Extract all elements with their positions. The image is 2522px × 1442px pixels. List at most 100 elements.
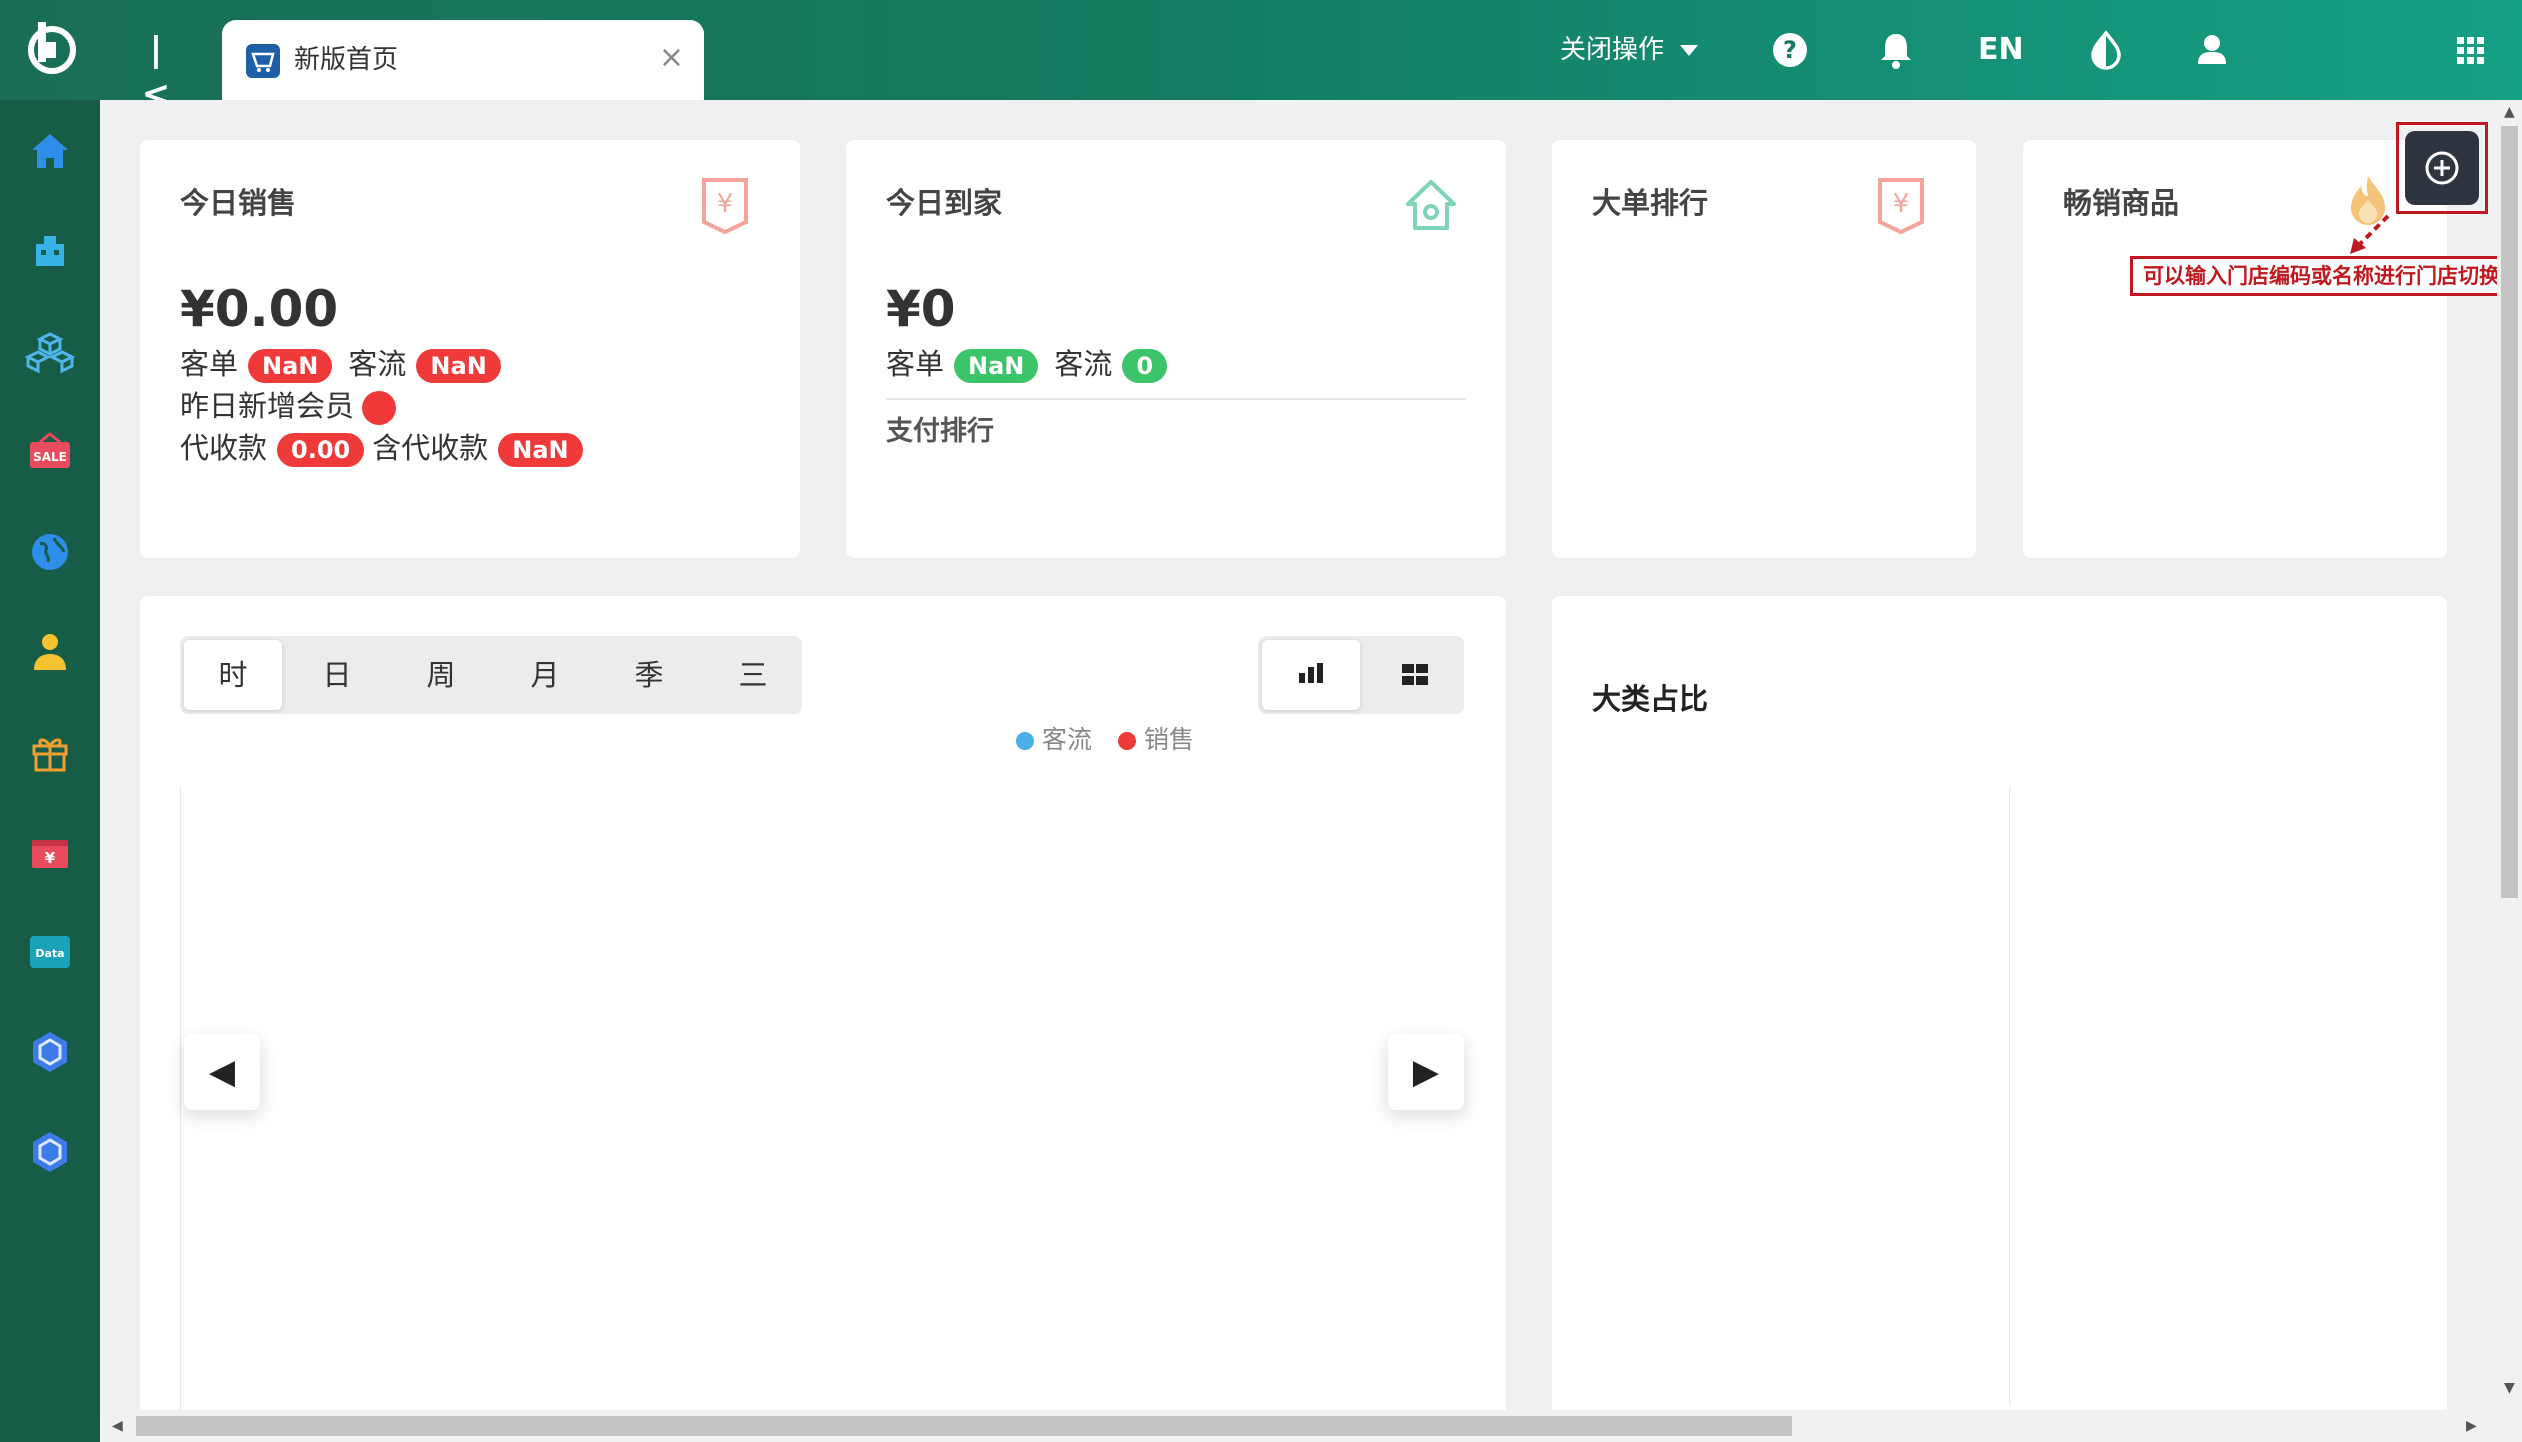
chart-legend: 客流 销售 — [1016, 720, 1194, 756]
card-title: 畅销商品 — [2063, 186, 2180, 220]
divider — [886, 398, 1466, 400]
bar-chart-icon — [1299, 663, 1323, 683]
table-view-button[interactable] — [1366, 640, 1464, 710]
split-line — [2009, 786, 2010, 1406]
annotation-arrow — [2350, 214, 2390, 254]
scroll-up-icon[interactable]: ▲ — [2504, 104, 2515, 120]
card-title: 大单排行 — [1592, 186, 1709, 220]
bell-icon[interactable] — [1872, 26, 1920, 74]
sidebar: SALE ¥ Data — [0, 100, 100, 1442]
close-icon[interactable]: × — [659, 38, 684, 78]
svg-text:Data: Data — [35, 947, 64, 960]
next-arrow-button[interactable]: ▶ — [1388, 1034, 1464, 1110]
new-member-badge — [362, 391, 397, 425]
new-member-row: 昨日新增会员 — [180, 386, 397, 426]
period-tab[interactable]: 时 — [184, 640, 282, 710]
home-icon[interactable] — [22, 124, 78, 180]
sales-stats-row: 客单 NaN 客流 NaN — [180, 344, 517, 384]
period-tab[interactable]: 日 — [288, 640, 386, 710]
globe-icon[interactable] — [22, 524, 78, 580]
add-button[interactable] — [2405, 131, 2479, 205]
member-icon[interactable] — [22, 624, 78, 680]
order-badge: NaN — [954, 349, 1039, 383]
period-tab[interactable]: 三 — [704, 640, 802, 710]
sale-tag-icon[interactable]: SALE — [22, 424, 78, 480]
collect-label: 代收款 — [180, 431, 268, 465]
horizontal-scroll-thumb[interactable] — [136, 1416, 1792, 1436]
collapse-sidebar-button[interactable]: |< — [136, 28, 176, 114]
traffic-badge: NaN — [416, 349, 501, 383]
help-icon[interactable]: ? — [1766, 26, 1814, 74]
hexagon-icon[interactable] — [22, 1124, 78, 1180]
logo-icon[interactable] — [22, 18, 82, 78]
best-seller-card: 畅销商品 — [2023, 140, 2447, 558]
chevron-down-icon — [1680, 45, 1699, 56]
prev-arrow-button[interactable]: ◀ — [184, 1034, 260, 1110]
today-home-card: 今日到家 ¥0 客单 NaN 客流 0 支付排行 — [846, 140, 1506, 558]
order-label: 客单 — [886, 347, 945, 381]
scroll-left-icon[interactable]: ◀ — [112, 1418, 123, 1434]
top-bar: |< 新版首页 × 关闭操作 ? EN — [0, 0, 2522, 114]
hexagon-icon[interactable] — [22, 1024, 78, 1080]
view-toggle — [1258, 636, 1464, 714]
scroll-right-icon[interactable]: ▶ — [2466, 1418, 2477, 1434]
new-member-label: 昨日新增会员 — [180, 389, 355, 423]
legend-dot-sales — [1117, 732, 1136, 750]
store-icon[interactable] — [22, 224, 78, 280]
traffic-label: 客流 — [1054, 347, 1113, 381]
period-selector: 时 日 周 月 季 三 — [180, 636, 802, 714]
legend-label[interactable]: 客流 — [1042, 725, 1092, 754]
home-stats-row: 客单 NaN 客流 0 — [886, 344, 1183, 384]
store-switch-tooltip: 可以输入门店编码或名称进行门店切换 — [2130, 256, 2513, 296]
scroll-down-icon[interactable]: ▼ — [2504, 1380, 2515, 1396]
close-operations-label: 关闭操作 — [1560, 35, 1665, 65]
table-icon — [1402, 664, 1428, 685]
card-title: 今日销售 — [180, 186, 297, 220]
user-icon[interactable] — [2188, 26, 2236, 74]
collect-row: 代收款 0.00 含代收款 NaN — [180, 428, 599, 468]
bar-chart-view-button[interactable] — [1262, 640, 1360, 710]
cashier-icon[interactable]: ¥ — [22, 824, 78, 880]
add-circle-icon — [2425, 151, 2459, 185]
svg-text:?: ? — [1783, 36, 1797, 64]
order-label: 客单 — [180, 347, 239, 381]
horizontal-scrollbar[interactable]: ◀ ▶ — [100, 1410, 2522, 1442]
category-share-card: 大类占比 — [1552, 596, 2447, 1410]
order-badge: NaN — [248, 349, 333, 383]
data-icon[interactable]: Data — [22, 924, 78, 980]
close-operations-dropdown[interactable]: 关闭操作 — [1560, 28, 1699, 72]
vertical-scroll-thumb[interactable] — [2501, 126, 2518, 898]
gift-icon[interactable] — [22, 724, 78, 780]
trend-chart-card: 时 日 周 月 季 三 客流 销售 ◀ ▶ — [140, 596, 1506, 1410]
cubes-icon[interactable] — [22, 324, 78, 380]
incl-collect-badge: NaN — [498, 433, 583, 467]
period-tab[interactable]: 月 — [496, 640, 594, 710]
tab-home[interactable]: 新版首页 × — [222, 20, 704, 100]
card-title: 今日到家 — [886, 186, 1003, 220]
traffic-badge: 0 — [1122, 349, 1168, 383]
dashboard-content: 今日销售 ¥ ¥0.00 客单 NaN 客流 NaN 昨日新增会员 代收款 0.00 含代… — [100, 100, 2497, 1410]
incl-collect-label: 含代收款 — [372, 431, 489, 465]
legend-dot-traffic — [1016, 732, 1034, 750]
vertical-scrollbar[interactable]: ▲ ▼ — [2497, 100, 2522, 1410]
today-sales-card: 今日销售 ¥ ¥0.00 客单 NaN 客流 NaN 昨日新增会员 代收款 0.00 含代… — [140, 140, 800, 558]
svg-text:SALE: SALE — [33, 450, 67, 464]
language-toggle[interactable]: EN — [1978, 26, 2024, 74]
legend-label[interactable]: 销售 — [1144, 725, 1194, 754]
sales-value: ¥0.00 — [180, 280, 339, 338]
store-switch-highlight — [2396, 122, 2488, 214]
tab-label: 新版首页 — [294, 45, 399, 75]
yuan-icon: ¥ — [702, 178, 748, 235]
period-tab[interactable]: 季 — [600, 640, 698, 710]
chart-plot-area — [180, 786, 1466, 1410]
home-value: ¥0 — [886, 280, 956, 338]
svg-text:¥: ¥ — [1893, 189, 1910, 219]
cart-icon — [246, 44, 280, 78]
big-order-rank-card: 大单排行 ¥ — [1552, 140, 1976, 558]
theme-icon[interactable] — [2082, 26, 2130, 74]
apps-grid-icon[interactable] — [2446, 26, 2494, 74]
period-tab[interactable]: 周 — [392, 640, 490, 710]
yuan-icon: ¥ — [1878, 178, 1924, 235]
pay-rank-title: 支付排行 — [886, 416, 994, 447]
svg-text:¥: ¥ — [45, 849, 56, 867]
